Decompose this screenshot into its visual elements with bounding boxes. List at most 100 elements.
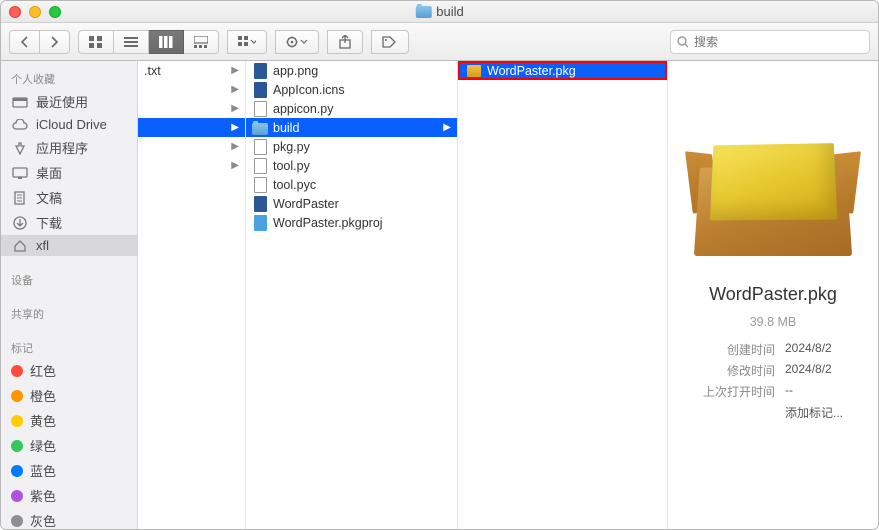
sidebar-item-label: 文稿 [36, 188, 62, 207]
sidebar-item-label: 蓝色 [30, 461, 56, 480]
sidebar-item-label: 灰色 [30, 511, 56, 529]
action-button[interactable] [275, 30, 319, 54]
package-preview-icon [683, 101, 863, 256]
cloud-icon [11, 118, 29, 132]
column-1[interactable]: .txt▶ ▶ ▶ ▶ ▶ ▶ [138, 61, 246, 529]
package-icon [466, 63, 482, 79]
folder-icon [415, 6, 431, 18]
chevron-right-icon: ▶ [231, 141, 239, 152]
image-file-icon [252, 63, 268, 79]
icns-file-icon [252, 82, 268, 98]
sidebar-header-tags: 标记 [1, 336, 137, 358]
list-item[interactable]: pkg.py [246, 137, 457, 156]
tags-button[interactable] [371, 30, 409, 54]
apps-icon [11, 141, 29, 155]
chevron-right-icon: ▶ [231, 65, 239, 76]
sidebar-item-label: 橙色 [30, 386, 56, 405]
list-item[interactable]: app.png [246, 61, 457, 80]
sidebar-tag-purple[interactable]: 紫色 [1, 483, 137, 508]
list-item[interactable]: ▶ [138, 137, 245, 156]
sidebar-tag-green[interactable]: 绿色 [1, 433, 137, 458]
file-name: WordPaster.pkgproj [273, 216, 383, 230]
pkgproj-file-icon [252, 215, 268, 231]
sidebar-tag-red[interactable]: 红色 [1, 358, 137, 383]
sidebar-tag-yellow[interactable]: 黄色 [1, 408, 137, 433]
list-item[interactable]: ▶ [138, 80, 245, 99]
sidebar-tag-gray[interactable]: 灰色 [1, 508, 137, 529]
sidebar-item-xfl[interactable]: xfl [1, 235, 137, 256]
sidebar-item-label: 最近使用 [36, 92, 88, 111]
list-item[interactable]: tool.pyc [246, 175, 457, 194]
tag-dot-icon [11, 490, 23, 502]
sidebar-item-apps[interactable]: 应用程序 [1, 135, 137, 160]
zoom-button[interactable] [49, 6, 61, 18]
search-field[interactable] [670, 30, 870, 54]
arrange-button[interactable] [227, 30, 267, 54]
column-view: .txt▶ ▶ ▶ ▶ ▶ ▶ app.png AppIcon.icns app… [138, 61, 878, 529]
nav-buttons [9, 30, 70, 54]
preview-metadata: 创建时间 2024/8/2 修改时间 2024/8/2 上次打开时间 -- 添加… [703, 341, 843, 421]
tag-dot-icon [11, 440, 23, 452]
file-name: tool.pyc [273, 178, 316, 192]
action-group [275, 30, 319, 54]
list-item[interactable]: ▶ [138, 156, 245, 175]
preview-filesize: 39.8 MB [750, 315, 797, 329]
list-item[interactable]: .txt▶ [138, 61, 245, 80]
sidebar-item-label: xfl [36, 238, 49, 253]
tag-dot-icon [11, 515, 23, 527]
column-2[interactable]: app.png AppIcon.icns appicon.py build▶ p… [246, 61, 458, 529]
created-value: 2024/8/2 [785, 341, 843, 358]
pyc-file-icon [252, 177, 268, 193]
icon-view-button[interactable] [78, 30, 114, 54]
sidebar-tag-orange[interactable]: 橙色 [1, 383, 137, 408]
list-item[interactable]: ▶ [138, 118, 245, 137]
desktop-icon [11, 166, 29, 180]
traffic-lights [9, 6, 61, 18]
column-3[interactable]: WordPaster.pkg [458, 61, 668, 529]
home-icon [11, 239, 29, 253]
sidebar-item-label: 红色 [30, 361, 56, 380]
sidebar-item-label: 应用程序 [36, 138, 88, 157]
opened-value: -- [785, 383, 843, 400]
minimize-button[interactable] [29, 6, 41, 18]
sidebar-item-label: 紫色 [30, 486, 56, 505]
search-input[interactable] [694, 35, 863, 49]
list-item[interactable]: WordPaster.pkgproj [246, 213, 457, 232]
list-item[interactable]: build▶ [246, 118, 457, 137]
opened-label: 上次打开时间 [703, 383, 775, 400]
file-name: build [273, 121, 299, 135]
python-file-icon [252, 158, 268, 174]
add-tag-link[interactable]: 添加标记... [785, 404, 843, 421]
modified-label: 修改时间 [703, 362, 775, 379]
titlebar: build [1, 1, 878, 23]
chevron-right-icon: ▶ [231, 122, 239, 133]
list-item[interactable]: WordPaster.pkg [458, 61, 667, 80]
list-item[interactable]: AppIcon.icns [246, 80, 457, 99]
sidebar-item-desktop[interactable]: 桌面 [1, 160, 137, 185]
back-button[interactable] [9, 30, 40, 54]
list-item[interactable]: WordPaster [246, 194, 457, 213]
python-file-icon [252, 101, 268, 117]
list-view-button[interactable] [114, 30, 149, 54]
word-file-icon [252, 196, 268, 212]
sidebar-tag-blue[interactable]: 蓝色 [1, 458, 137, 483]
file-name: WordPaster [273, 197, 339, 211]
list-item[interactable]: appicon.py [246, 99, 457, 118]
list-item[interactable]: tool.py [246, 156, 457, 175]
file-name: app.png [273, 64, 318, 78]
forward-button[interactable] [40, 30, 70, 54]
preview-pane: WordPaster.pkg 39.8 MB 创建时间 2024/8/2 修改时… [668, 61, 878, 529]
sidebar-item-downloads[interactable]: 下载 [1, 210, 137, 235]
list-item[interactable]: ▶ [138, 99, 245, 118]
share-button[interactable] [327, 30, 363, 54]
tag-dot-icon [11, 390, 23, 402]
sidebar-item-icloud[interactable]: iCloud Drive [1, 114, 137, 135]
folder-icon [252, 120, 268, 136]
close-button[interactable] [9, 6, 21, 18]
sidebar-item-documents[interactable]: 文稿 [1, 185, 137, 210]
arrange-group [227, 30, 267, 54]
sidebar-item-recents[interactable]: 最近使用 [1, 89, 137, 114]
column-view-button[interactable] [149, 30, 184, 54]
sidebar-item-label: iCloud Drive [36, 117, 107, 132]
gallery-view-button[interactable] [184, 30, 219, 54]
